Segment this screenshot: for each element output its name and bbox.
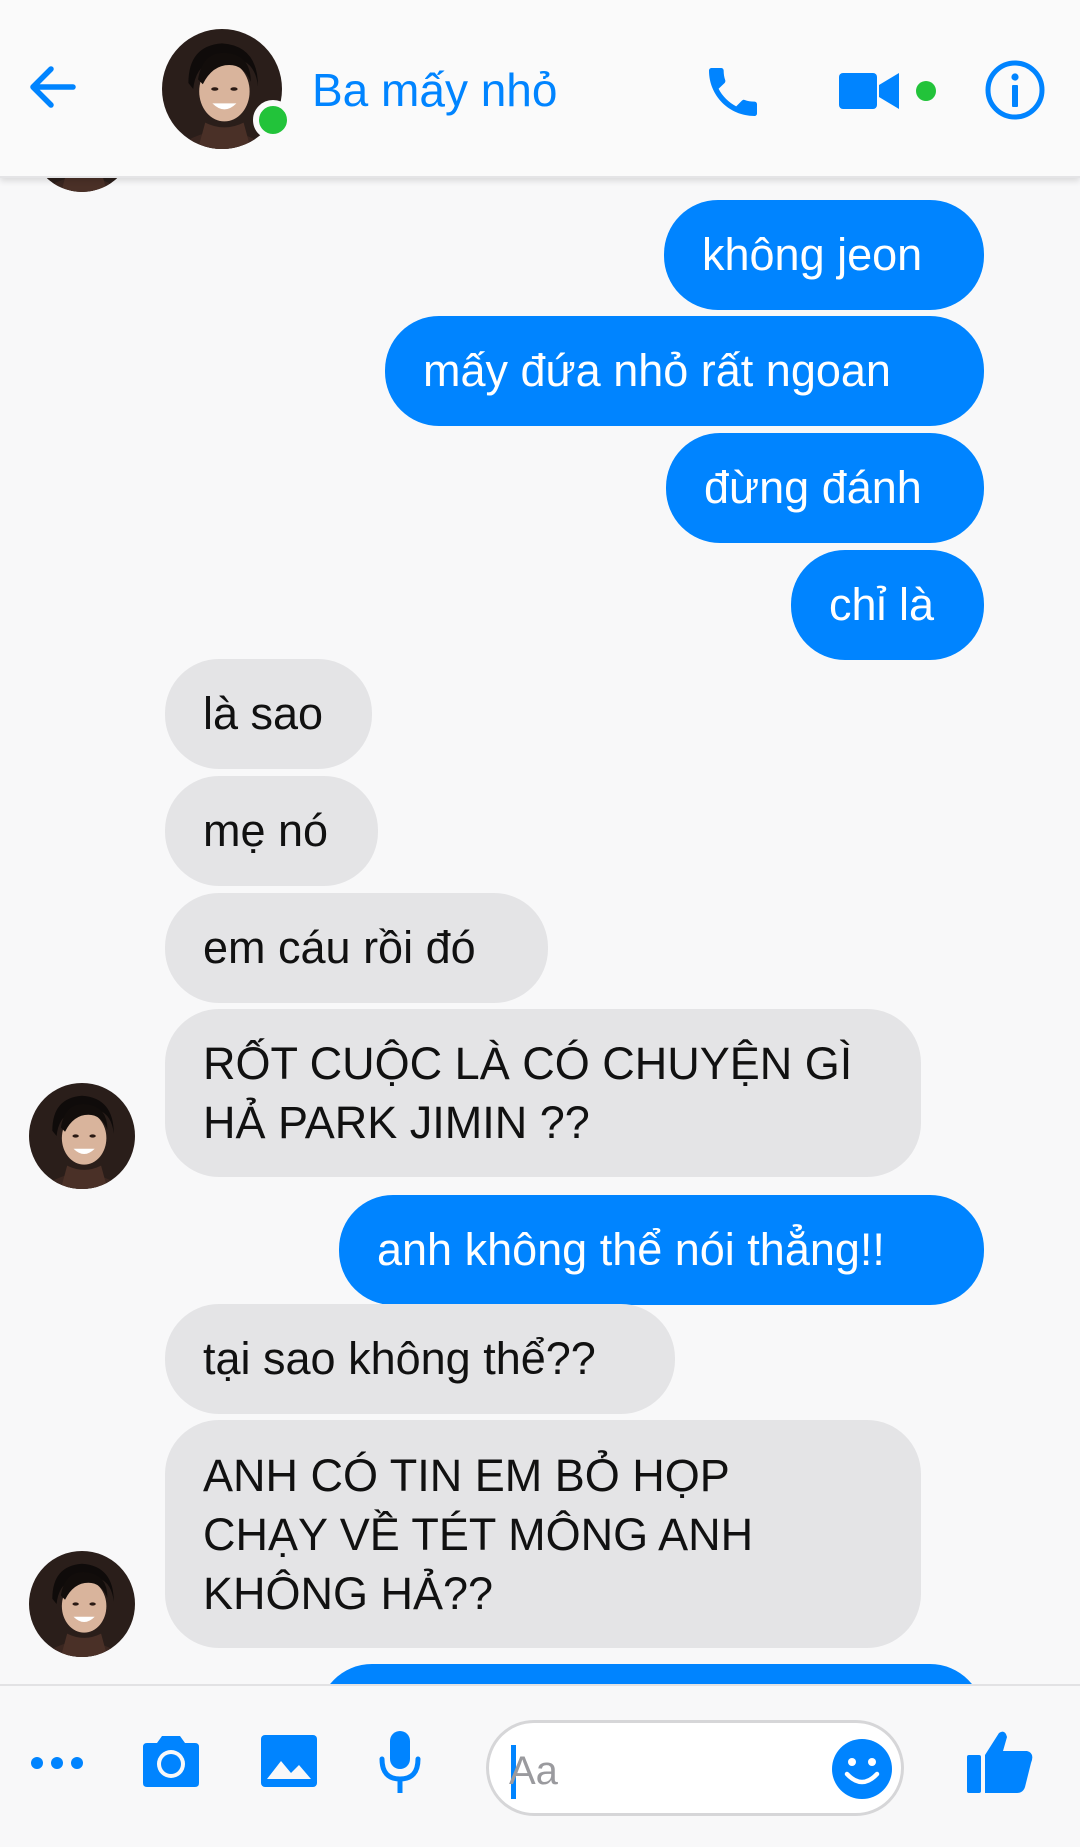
sender-avatar[interactable] <box>29 1083 135 1189</box>
arrow-left-icon <box>30 66 76 108</box>
like-button[interactable] <box>960 1722 1040 1802</box>
info-button[interactable] <box>980 55 1050 125</box>
message-text: ANH CÓ TIN EM BỎ HỌP CHẠY VỀ TÉT MÔNG AN… <box>203 1449 754 1619</box>
conversation-header: Ba mấy nhỏ <box>0 0 1080 178</box>
message-text: chỉ là <box>829 579 935 630</box>
message-input-container[interactable] <box>486 1720 904 1816</box>
video-call-button[interactable] <box>832 58 906 124</box>
message-text: là sao <box>203 688 324 739</box>
gallery-button[interactable] <box>252 1726 326 1796</box>
message-text: RỐT CUỘC LÀ CÓ CHUYỆN GÌ HẢ PARK JIMIN ?… <box>203 1038 853 1148</box>
message-text: em cáu rồi đó <box>203 922 476 973</box>
video-online-dot <box>916 81 936 101</box>
more-actions-button[interactable] <box>22 1728 92 1798</box>
video-camera-icon <box>839 73 899 109</box>
voice-record-button[interactable] <box>370 1723 430 1801</box>
online-status-dot <box>253 100 293 140</box>
message-input[interactable] <box>509 1741 809 1801</box>
message-bubble-outgoing[interactable]: anh không thể nói thẳng!! <box>339 1195 984 1305</box>
camera-button[interactable] <box>136 1726 206 1796</box>
message-text: không jeon <box>702 229 923 280</box>
message-bubble-incoming[interactable]: ANH CÓ TIN EM BỎ HỌP CHẠY VỀ TÉT MÔNG AN… <box>165 1420 921 1648</box>
message-bubble-incoming[interactable]: RỐT CUỘC LÀ CÓ CHUYỆN GÌ HẢ PARK JIMIN ?… <box>165 1009 921 1177</box>
microphone-icon <box>379 1731 421 1793</box>
voice-call-button[interactable] <box>696 55 770 129</box>
message-bubble-outgoing[interactable]: đừng đánh <box>666 433 984 543</box>
message-text: tại sao không thể?? <box>203 1333 596 1384</box>
sender-avatar[interactable] <box>29 1551 135 1657</box>
phone-icon <box>709 68 757 116</box>
message-text: mẹ nó <box>203 805 329 856</box>
conversation-title[interactable]: Ba mấy nhỏ <box>312 62 557 118</box>
message-text: mấy đứa nhỏ rất ngoan <box>423 345 891 396</box>
message-bubble-incoming[interactable]: mẹ nó <box>165 776 378 886</box>
message-text: anh không thể nói thẳng!! <box>377 1224 885 1275</box>
message-bubble-outgoing[interactable]: không jeon <box>664 200 984 310</box>
message-bubble-incoming[interactable]: em cáu rồi đó <box>165 893 548 1003</box>
smiley-icon <box>832 1739 892 1799</box>
message-bubble-incoming[interactable]: tại sao không thể?? <box>165 1304 675 1414</box>
message-bubble-outgoing[interactable]: chỉ là <box>791 550 984 660</box>
message-text: đừng đánh <box>704 462 922 513</box>
info-icon <box>985 60 1045 120</box>
camera-icon <box>143 1736 199 1787</box>
message-bubble-incoming[interactable]: là sao <box>165 659 372 769</box>
more-dots-icon <box>31 1757 83 1769</box>
message-bubble-outgoing[interactable]: mấy đứa nhỏ rất ngoan <box>385 316 984 426</box>
contact-avatar[interactable] <box>162 29 293 149</box>
image-icon <box>261 1735 317 1787</box>
emoji-button[interactable] <box>829 1736 895 1802</box>
message-composer <box>0 1684 1080 1847</box>
thumbs-up-icon <box>967 1731 1033 1793</box>
back-button[interactable] <box>18 52 88 122</box>
